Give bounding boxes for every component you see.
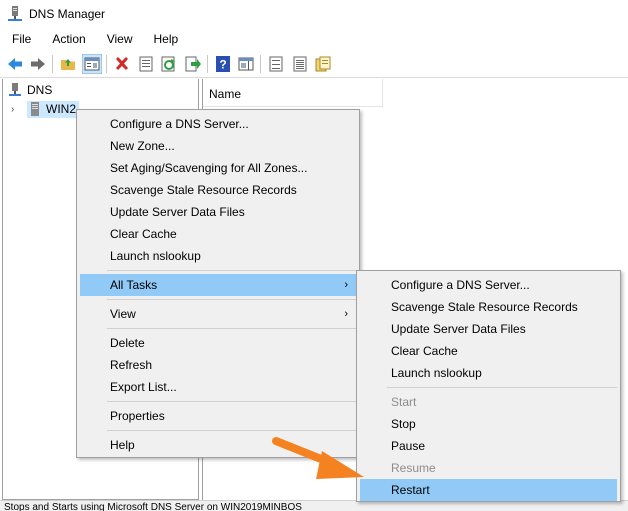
properties-icon[interactable] <box>136 54 156 74</box>
menu-item-set-aging[interactable]: Set Aging/Scavenging for All Zones... <box>80 157 356 179</box>
menu-separator <box>107 270 356 271</box>
svg-text:?: ? <box>219 58 226 72</box>
chevron-right-icon[interactable]: › <box>11 104 21 115</box>
menu-item-new-zone[interactable]: New Zone... <box>80 135 356 157</box>
menu-help[interactable]: Help <box>142 32 188 46</box>
menu-item-export-list[interactable]: Export List... <box>80 376 356 398</box>
menu-view[interactable]: View <box>95 32 142 46</box>
menu-item-clear-cache[interactable]: Clear Cache <box>80 223 356 245</box>
submenu-item-scavenge[interactable]: Scavenge Stale Resource Records <box>360 296 617 318</box>
submenu-item-restart[interactable]: Restart <box>360 479 617 501</box>
tree-node-dns[interactable]: DNS <box>9 81 52 99</box>
help-icon[interactable]: ? <box>213 54 233 74</box>
menu-item-update-server-data-files[interactable]: Update Server Data Files <box>80 201 356 223</box>
context-menu: Configure a DNS Server... New Zone... Se… <box>76 109 360 458</box>
submenu-item-configure-dns-server[interactable]: Configure a DNS Server... <box>360 274 617 296</box>
menu-item-scavenge[interactable]: Scavenge Stale Resource Records <box>80 179 356 201</box>
list-view-icon[interactable] <box>266 54 286 74</box>
menu-file[interactable]: File <box>0 32 40 46</box>
submenu-item-launch-nslookup[interactable]: Launch nslookup <box>360 362 617 384</box>
menu-separator <box>107 430 356 431</box>
menu-separator <box>387 387 617 388</box>
menu-separator <box>107 401 356 402</box>
menu-action[interactable]: Action <box>40 32 94 46</box>
tree-label-dns: DNS <box>27 83 53 97</box>
menu-item-delete[interactable]: Delete <box>80 332 356 354</box>
submenu-item-update-server-data-files[interactable]: Update Server Data Files <box>360 318 617 340</box>
submenu-arrow-icon: › <box>344 279 348 291</box>
export-list-icon[interactable] <box>183 54 203 74</box>
window-title: DNS Manager <box>29 7 106 21</box>
submenu-item-clear-cache[interactable]: Clear Cache <box>360 340 617 362</box>
menu-item-view-label: View <box>110 307 136 321</box>
menu-item-all-tasks-label: All Tasks <box>110 278 158 292</box>
menu-item-refresh[interactable]: Refresh <box>80 354 356 376</box>
refresh-icon[interactable] <box>159 54 179 74</box>
menu-item-all-tasks[interactable]: All Tasks › <box>80 274 356 296</box>
menu-item-view[interactable]: View › <box>80 303 356 325</box>
submenu-item-stop[interactable]: Stop <box>360 413 617 435</box>
menu-item-configure-dns-server[interactable]: Configure a DNS Server... <box>80 113 356 135</box>
back-icon[interactable] <box>5 54 25 74</box>
menu-separator <box>107 299 356 300</box>
submenu-item-resume: Resume <box>391 461 436 475</box>
forward-icon[interactable] <box>28 54 48 74</box>
submenu-item-pause[interactable]: Pause <box>360 435 617 457</box>
up-folder-icon[interactable] <box>58 54 78 74</box>
submenu-arrow-icon: › <box>344 308 348 320</box>
action-pane-icon[interactable] <box>236 54 256 74</box>
server-icon <box>31 102 39 116</box>
menu-separator <box>107 328 356 329</box>
tree-node-server[interactable]: › WIN2 <box>11 100 79 118</box>
submenu-item-start: Start <box>391 395 417 409</box>
tree-label-server: WIN2 <box>46 102 76 116</box>
delete-icon[interactable] <box>112 54 132 74</box>
column-header-name[interactable]: Name <box>203 79 383 107</box>
menu-item-launch-nslookup[interactable]: Launch nslookup <box>80 245 356 267</box>
title-bar: DNS Manager <box>0 0 628 28</box>
annotation-arrow-icon <box>272 437 364 479</box>
show-hide-tree-icon[interactable] <box>82 54 102 74</box>
detail-view-icon[interactable] <box>290 54 310 74</box>
toolbar: ? <box>0 50 628 78</box>
dns-icon <box>9 83 21 96</box>
dns-manager-icon <box>8 6 22 21</box>
menu-item-properties[interactable]: Properties <box>80 405 356 427</box>
menu-bar: File Action View Help <box>0 28 628 50</box>
all-tasks-submenu: Configure a DNS Server... Scavenge Stale… <box>356 270 621 502</box>
server-properties-icon[interactable] <box>313 54 333 74</box>
